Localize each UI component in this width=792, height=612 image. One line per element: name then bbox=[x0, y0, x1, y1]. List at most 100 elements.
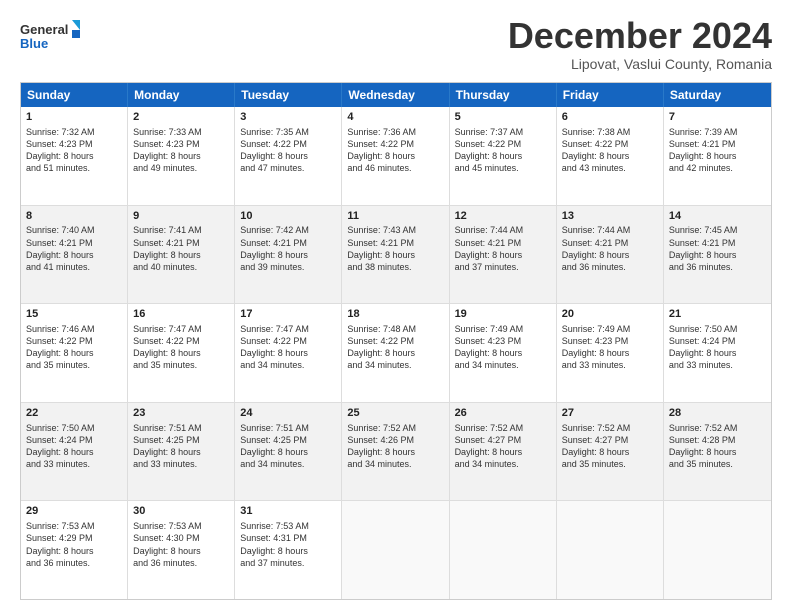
cell-info: Sunrise: 7:51 AM Sunset: 4:25 PM Dayligh… bbox=[240, 422, 336, 471]
calendar-cell: 30Sunrise: 7:53 AM Sunset: 4:30 PM Dayli… bbox=[128, 501, 235, 599]
calendar-cell-empty bbox=[557, 501, 664, 599]
day-number: 26 bbox=[455, 406, 551, 421]
day-number: 20 bbox=[562, 307, 658, 322]
calendar-cell-empty bbox=[342, 501, 449, 599]
cell-info: Sunrise: 7:48 AM Sunset: 4:22 PM Dayligh… bbox=[347, 323, 443, 372]
day-number: 3 bbox=[240, 110, 336, 125]
calendar-header-day: Sunday bbox=[21, 83, 128, 107]
calendar-week: 1Sunrise: 7:32 AM Sunset: 4:23 PM Daylig… bbox=[21, 107, 771, 206]
calendar-cell: 2Sunrise: 7:33 AM Sunset: 4:23 PM Daylig… bbox=[128, 107, 235, 205]
page: General Blue December 2024 Lipovat, Vasl… bbox=[0, 0, 792, 612]
calendar-cell: 3Sunrise: 7:35 AM Sunset: 4:22 PM Daylig… bbox=[235, 107, 342, 205]
main-title: December 2024 bbox=[508, 18, 772, 54]
cell-info: Sunrise: 7:51 AM Sunset: 4:25 PM Dayligh… bbox=[133, 422, 229, 471]
day-number: 7 bbox=[669, 110, 766, 125]
subtitle: Lipovat, Vaslui County, Romania bbox=[508, 56, 772, 72]
calendar-cell: 15Sunrise: 7:46 AM Sunset: 4:22 PM Dayli… bbox=[21, 304, 128, 402]
day-number: 1 bbox=[26, 110, 122, 125]
calendar-week: 15Sunrise: 7:46 AM Sunset: 4:22 PM Dayli… bbox=[21, 304, 771, 403]
day-number: 27 bbox=[562, 406, 658, 421]
calendar-cell: 16Sunrise: 7:47 AM Sunset: 4:22 PM Dayli… bbox=[128, 304, 235, 402]
calendar-cell: 9Sunrise: 7:41 AM Sunset: 4:21 PM Daylig… bbox=[128, 206, 235, 304]
day-number: 31 bbox=[240, 504, 336, 519]
cell-info: Sunrise: 7:53 AM Sunset: 4:31 PM Dayligh… bbox=[240, 520, 336, 569]
calendar-header-day: Friday bbox=[557, 83, 664, 107]
cell-info: Sunrise: 7:43 AM Sunset: 4:21 PM Dayligh… bbox=[347, 224, 443, 273]
day-number: 16 bbox=[133, 307, 229, 322]
day-number: 4 bbox=[347, 110, 443, 125]
calendar-cell: 17Sunrise: 7:47 AM Sunset: 4:22 PM Dayli… bbox=[235, 304, 342, 402]
day-number: 8 bbox=[26, 209, 122, 224]
day-number: 29 bbox=[26, 504, 122, 519]
cell-info: Sunrise: 7:42 AM Sunset: 4:21 PM Dayligh… bbox=[240, 224, 336, 273]
cell-info: Sunrise: 7:39 AM Sunset: 4:21 PM Dayligh… bbox=[669, 126, 766, 175]
calendar-cell: 11Sunrise: 7:43 AM Sunset: 4:21 PM Dayli… bbox=[342, 206, 449, 304]
cell-info: Sunrise: 7:49 AM Sunset: 4:23 PM Dayligh… bbox=[455, 323, 551, 372]
logo-svg: General Blue bbox=[20, 18, 80, 54]
cell-info: Sunrise: 7:32 AM Sunset: 4:23 PM Dayligh… bbox=[26, 126, 122, 175]
calendar-cell: 14Sunrise: 7:45 AM Sunset: 4:21 PM Dayli… bbox=[664, 206, 771, 304]
day-number: 19 bbox=[455, 307, 551, 322]
calendar-header-day: Monday bbox=[128, 83, 235, 107]
cell-info: Sunrise: 7:37 AM Sunset: 4:22 PM Dayligh… bbox=[455, 126, 551, 175]
cell-info: Sunrise: 7:52 AM Sunset: 4:27 PM Dayligh… bbox=[455, 422, 551, 471]
cell-info: Sunrise: 7:44 AM Sunset: 4:21 PM Dayligh… bbox=[455, 224, 551, 273]
day-number: 14 bbox=[669, 209, 766, 224]
header: General Blue December 2024 Lipovat, Vasl… bbox=[20, 18, 772, 72]
day-number: 18 bbox=[347, 307, 443, 322]
logo: General Blue bbox=[20, 18, 80, 54]
cell-info: Sunrise: 7:53 AM Sunset: 4:30 PM Dayligh… bbox=[133, 520, 229, 569]
calendar-cell: 7Sunrise: 7:39 AM Sunset: 4:21 PM Daylig… bbox=[664, 107, 771, 205]
calendar-cell: 10Sunrise: 7:42 AM Sunset: 4:21 PM Dayli… bbox=[235, 206, 342, 304]
calendar-cell-empty bbox=[450, 501, 557, 599]
day-number: 9 bbox=[133, 209, 229, 224]
calendar-cell: 26Sunrise: 7:52 AM Sunset: 4:27 PM Dayli… bbox=[450, 403, 557, 501]
cell-info: Sunrise: 7:50 AM Sunset: 4:24 PM Dayligh… bbox=[26, 422, 122, 471]
svg-text:General: General bbox=[20, 22, 68, 37]
calendar-cell: 29Sunrise: 7:53 AM Sunset: 4:29 PM Dayli… bbox=[21, 501, 128, 599]
calendar-cell: 18Sunrise: 7:48 AM Sunset: 4:22 PM Dayli… bbox=[342, 304, 449, 402]
calendar-header: SundayMondayTuesdayWednesdayThursdayFrid… bbox=[21, 83, 771, 107]
cell-info: Sunrise: 7:47 AM Sunset: 4:22 PM Dayligh… bbox=[133, 323, 229, 372]
calendar-cell: 27Sunrise: 7:52 AM Sunset: 4:27 PM Dayli… bbox=[557, 403, 664, 501]
cell-info: Sunrise: 7:40 AM Sunset: 4:21 PM Dayligh… bbox=[26, 224, 122, 273]
calendar-cell: 4Sunrise: 7:36 AM Sunset: 4:22 PM Daylig… bbox=[342, 107, 449, 205]
calendar-week: 8Sunrise: 7:40 AM Sunset: 4:21 PM Daylig… bbox=[21, 206, 771, 305]
calendar-cell: 23Sunrise: 7:51 AM Sunset: 4:25 PM Dayli… bbox=[128, 403, 235, 501]
calendar-cell: 1Sunrise: 7:32 AM Sunset: 4:23 PM Daylig… bbox=[21, 107, 128, 205]
calendar-header-day: Saturday bbox=[664, 83, 771, 107]
cell-info: Sunrise: 7:50 AM Sunset: 4:24 PM Dayligh… bbox=[669, 323, 766, 372]
day-number: 2 bbox=[133, 110, 229, 125]
calendar-header-day: Tuesday bbox=[235, 83, 342, 107]
day-number: 21 bbox=[669, 307, 766, 322]
calendar-cell: 6Sunrise: 7:38 AM Sunset: 4:22 PM Daylig… bbox=[557, 107, 664, 205]
day-number: 15 bbox=[26, 307, 122, 322]
day-number: 22 bbox=[26, 406, 122, 421]
cell-info: Sunrise: 7:33 AM Sunset: 4:23 PM Dayligh… bbox=[133, 126, 229, 175]
day-number: 13 bbox=[562, 209, 658, 224]
calendar-cell: 22Sunrise: 7:50 AM Sunset: 4:24 PM Dayli… bbox=[21, 403, 128, 501]
cell-info: Sunrise: 7:53 AM Sunset: 4:29 PM Dayligh… bbox=[26, 520, 122, 569]
calendar-cell: 31Sunrise: 7:53 AM Sunset: 4:31 PM Dayli… bbox=[235, 501, 342, 599]
day-number: 17 bbox=[240, 307, 336, 322]
day-number: 25 bbox=[347, 406, 443, 421]
cell-info: Sunrise: 7:44 AM Sunset: 4:21 PM Dayligh… bbox=[562, 224, 658, 273]
cell-info: Sunrise: 7:46 AM Sunset: 4:22 PM Dayligh… bbox=[26, 323, 122, 372]
calendar-cell: 12Sunrise: 7:44 AM Sunset: 4:21 PM Dayli… bbox=[450, 206, 557, 304]
calendar-week: 29Sunrise: 7:53 AM Sunset: 4:29 PM Dayli… bbox=[21, 501, 771, 599]
cell-info: Sunrise: 7:52 AM Sunset: 4:26 PM Dayligh… bbox=[347, 422, 443, 471]
calendar-cell: 25Sunrise: 7:52 AM Sunset: 4:26 PM Dayli… bbox=[342, 403, 449, 501]
title-block: December 2024 Lipovat, Vaslui County, Ro… bbox=[508, 18, 772, 72]
calendar-header-day: Thursday bbox=[450, 83, 557, 107]
calendar-cell: 21Sunrise: 7:50 AM Sunset: 4:24 PM Dayli… bbox=[664, 304, 771, 402]
cell-info: Sunrise: 7:38 AM Sunset: 4:22 PM Dayligh… bbox=[562, 126, 658, 175]
cell-info: Sunrise: 7:52 AM Sunset: 4:28 PM Dayligh… bbox=[669, 422, 766, 471]
day-number: 28 bbox=[669, 406, 766, 421]
cell-info: Sunrise: 7:35 AM Sunset: 4:22 PM Dayligh… bbox=[240, 126, 336, 175]
calendar-cell: 5Sunrise: 7:37 AM Sunset: 4:22 PM Daylig… bbox=[450, 107, 557, 205]
cell-info: Sunrise: 7:41 AM Sunset: 4:21 PM Dayligh… bbox=[133, 224, 229, 273]
cell-info: Sunrise: 7:45 AM Sunset: 4:21 PM Dayligh… bbox=[669, 224, 766, 273]
day-number: 5 bbox=[455, 110, 551, 125]
calendar-cell: 28Sunrise: 7:52 AM Sunset: 4:28 PM Dayli… bbox=[664, 403, 771, 501]
day-number: 12 bbox=[455, 209, 551, 224]
